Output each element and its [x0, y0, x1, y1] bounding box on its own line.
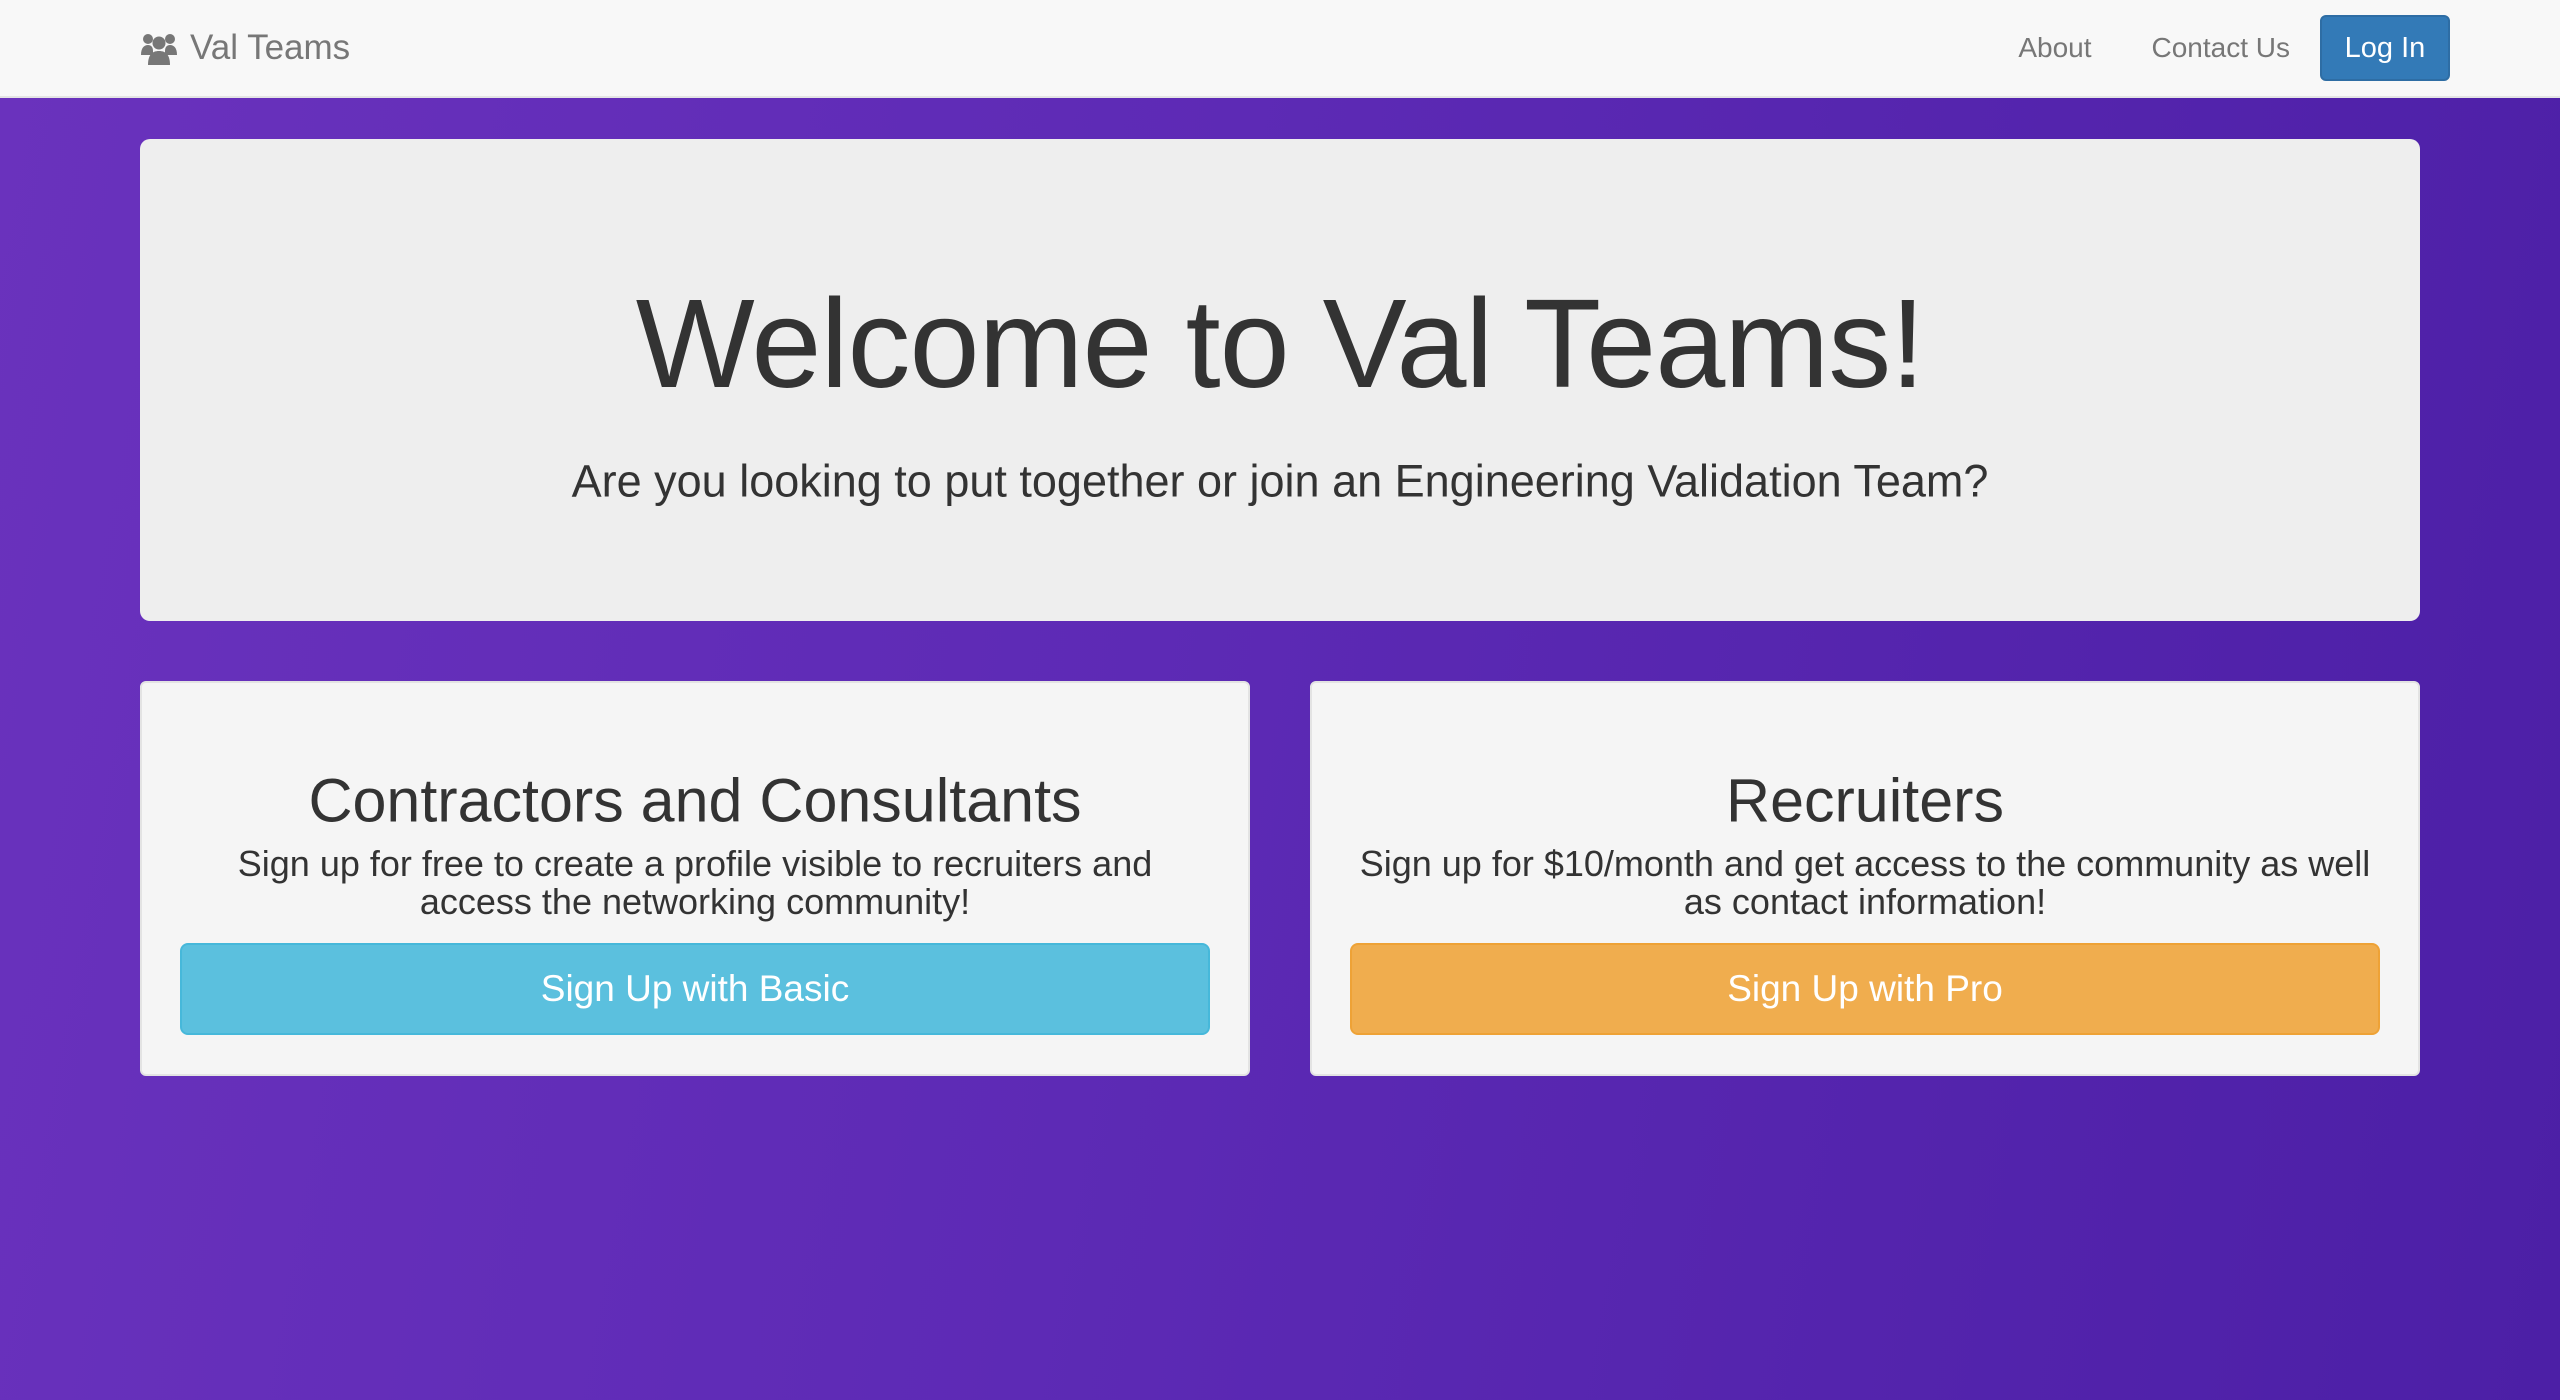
- brand-name: Val Teams: [190, 28, 351, 67]
- sign-up-basic-button[interactable]: Sign Up with Basic: [180, 943, 1210, 1035]
- nav-link-contact-us[interactable]: Contact Us: [2122, 32, 2321, 64]
- login-button[interactable]: Log In: [2320, 15, 2450, 81]
- hero-subtitle: Are you looking to put together or join …: [571, 455, 1989, 507]
- nav-links: About Contact Us Log In: [1988, 0, 2450, 96]
- plan-title: Contractors and Consultants: [308, 766, 1082, 835]
- top-navbar: Val Teams About Contact Us Log In: [0, 0, 2560, 98]
- plan-description: Sign up for $10/month and get access to …: [1359, 843, 2371, 922]
- hero-title: Welcome to Val Teams!: [635, 273, 1926, 414]
- nav-link-about[interactable]: About: [1988, 32, 2121, 64]
- plan-card-basic: Contractors and Consultants Sign up for …: [140, 681, 1250, 1076]
- users-icon: [141, 34, 177, 65]
- sign-up-pro-button[interactable]: Sign Up with Pro: [1350, 943, 2380, 1035]
- plan-card-pro: Recruiters Sign up for $10/month and get…: [1310, 681, 2420, 1076]
- hero-jumbotron: Welcome to Val Teams! Are you looking to…: [140, 139, 2420, 621]
- brand-link[interactable]: Val Teams: [140, 0, 350, 96]
- plan-description: Sign up for free to create a profile vis…: [237, 843, 1153, 922]
- plan-title: Recruiters: [1726, 766, 2004, 835]
